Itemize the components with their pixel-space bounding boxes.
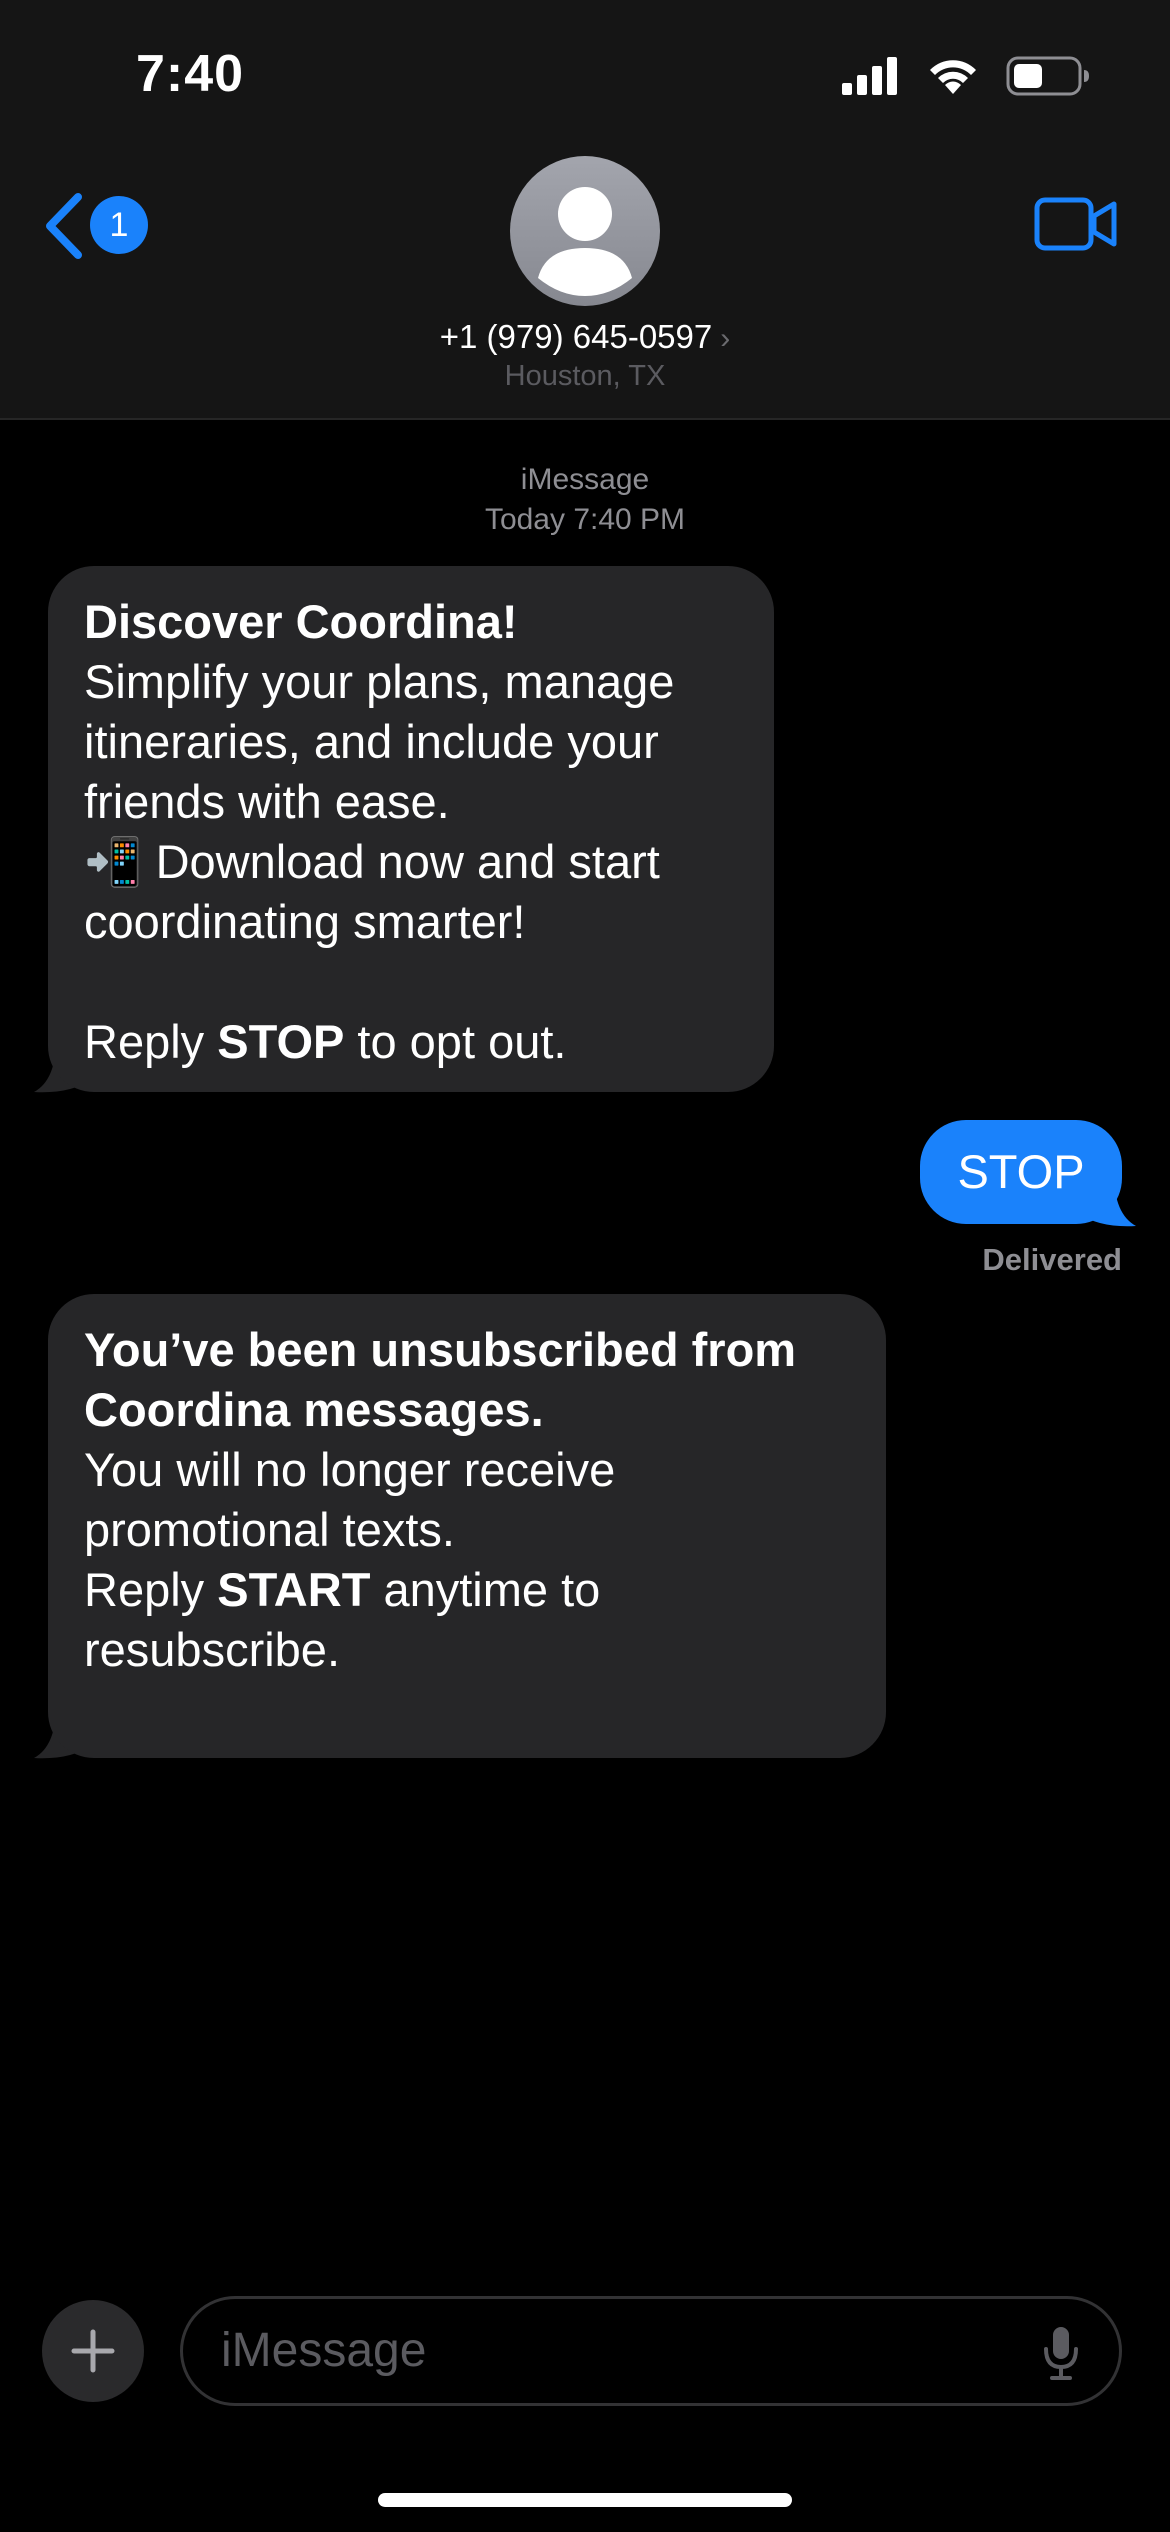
facetime-video-button[interactable] xyxy=(1034,196,1118,252)
message-text-line: Reply START anytime to xyxy=(84,1560,850,1620)
start-keyword: START xyxy=(217,1563,371,1616)
contact-name[interactable]: +1 (979) 645-0597 › xyxy=(0,318,1170,356)
message-text-line: itineraries, and include your xyxy=(84,715,659,768)
chevron-right-icon: › xyxy=(720,322,731,355)
message-bubble-incoming[interactable]: Discover Coordina! Simplify your plans, … xyxy=(48,566,774,1092)
microphone-icon[interactable] xyxy=(1041,2325,1081,2381)
status-time: 7:40 xyxy=(136,45,245,103)
person-silhouette-icon xyxy=(538,187,632,296)
delivery-status: Delivered xyxy=(982,1242,1122,1277)
message-text-segment: Reply xyxy=(84,1563,218,1616)
mobile-phone-arrow-icon: 📲 xyxy=(84,835,143,888)
status-icons xyxy=(842,56,1090,96)
video-camera-icon xyxy=(1034,197,1117,251)
message-text-line: resubscribe. xyxy=(84,1623,340,1676)
message-text-line: coordinating smarter! xyxy=(84,895,526,948)
message-input-placeholder: iMessage xyxy=(221,2324,427,2377)
conversation-timestamp: Today 7:40 PM xyxy=(484,503,686,536)
message-title: Coordina messages. xyxy=(84,1383,544,1436)
home-indicator[interactable] xyxy=(378,2493,792,2507)
message-text-segment: to opt out. xyxy=(344,1015,567,1068)
battery-icon xyxy=(1006,56,1089,96)
contact-avatar[interactable] xyxy=(510,156,660,306)
contact-number: +1 (979) 645-0597 xyxy=(439,318,713,355)
message-text-segment: anytime to xyxy=(370,1563,601,1616)
message-title: You’ve been unsubscribed from xyxy=(84,1323,797,1376)
cellular-signal-icon xyxy=(842,57,897,95)
message-text-line: Simplify your plans, manage xyxy=(84,655,675,708)
wifi-icon xyxy=(930,60,976,94)
message-text-line: friends with ease. xyxy=(84,775,450,828)
messages-screen: 7:40 1 +1 (979) 645-0597 › Houston, TX i… xyxy=(0,0,1170,2532)
plus-icon xyxy=(71,2329,115,2373)
message-input[interactable]: iMessage xyxy=(180,2296,1122,2406)
service-label: iMessage xyxy=(520,463,650,496)
message-text-line: 📲 Download now and start xyxy=(84,832,738,892)
apps-plus-button[interactable] xyxy=(42,2300,144,2402)
conversation-header: 7:40 1 +1 (979) 645-0597 › Houston, TX xyxy=(0,0,1170,420)
message-text-segment: Reply xyxy=(84,1015,218,1068)
message-text-line: promotional texts. xyxy=(84,1503,455,1556)
message-text-line: Reply STOP to opt out. xyxy=(84,1012,738,1072)
message-text-line: You will no longer receive xyxy=(84,1443,616,1496)
stop-keyword: STOP xyxy=(217,1015,345,1068)
unread-count-badge: 1 xyxy=(90,196,148,254)
message-text: STOP xyxy=(957,1145,1085,1198)
message-text-segment: Download now and start xyxy=(142,835,660,888)
message-title: Discover Coordina! xyxy=(84,595,518,648)
back-button[interactable]: 1 xyxy=(44,186,154,266)
message-bubble-incoming[interactable]: You’ve been unsubscribed from Coordina m… xyxy=(48,1294,886,1758)
contact-location: Houston, TX xyxy=(504,360,666,392)
message-bubble-outgoing[interactable]: STOP xyxy=(920,1120,1122,1224)
chevron-left-icon xyxy=(46,193,82,259)
